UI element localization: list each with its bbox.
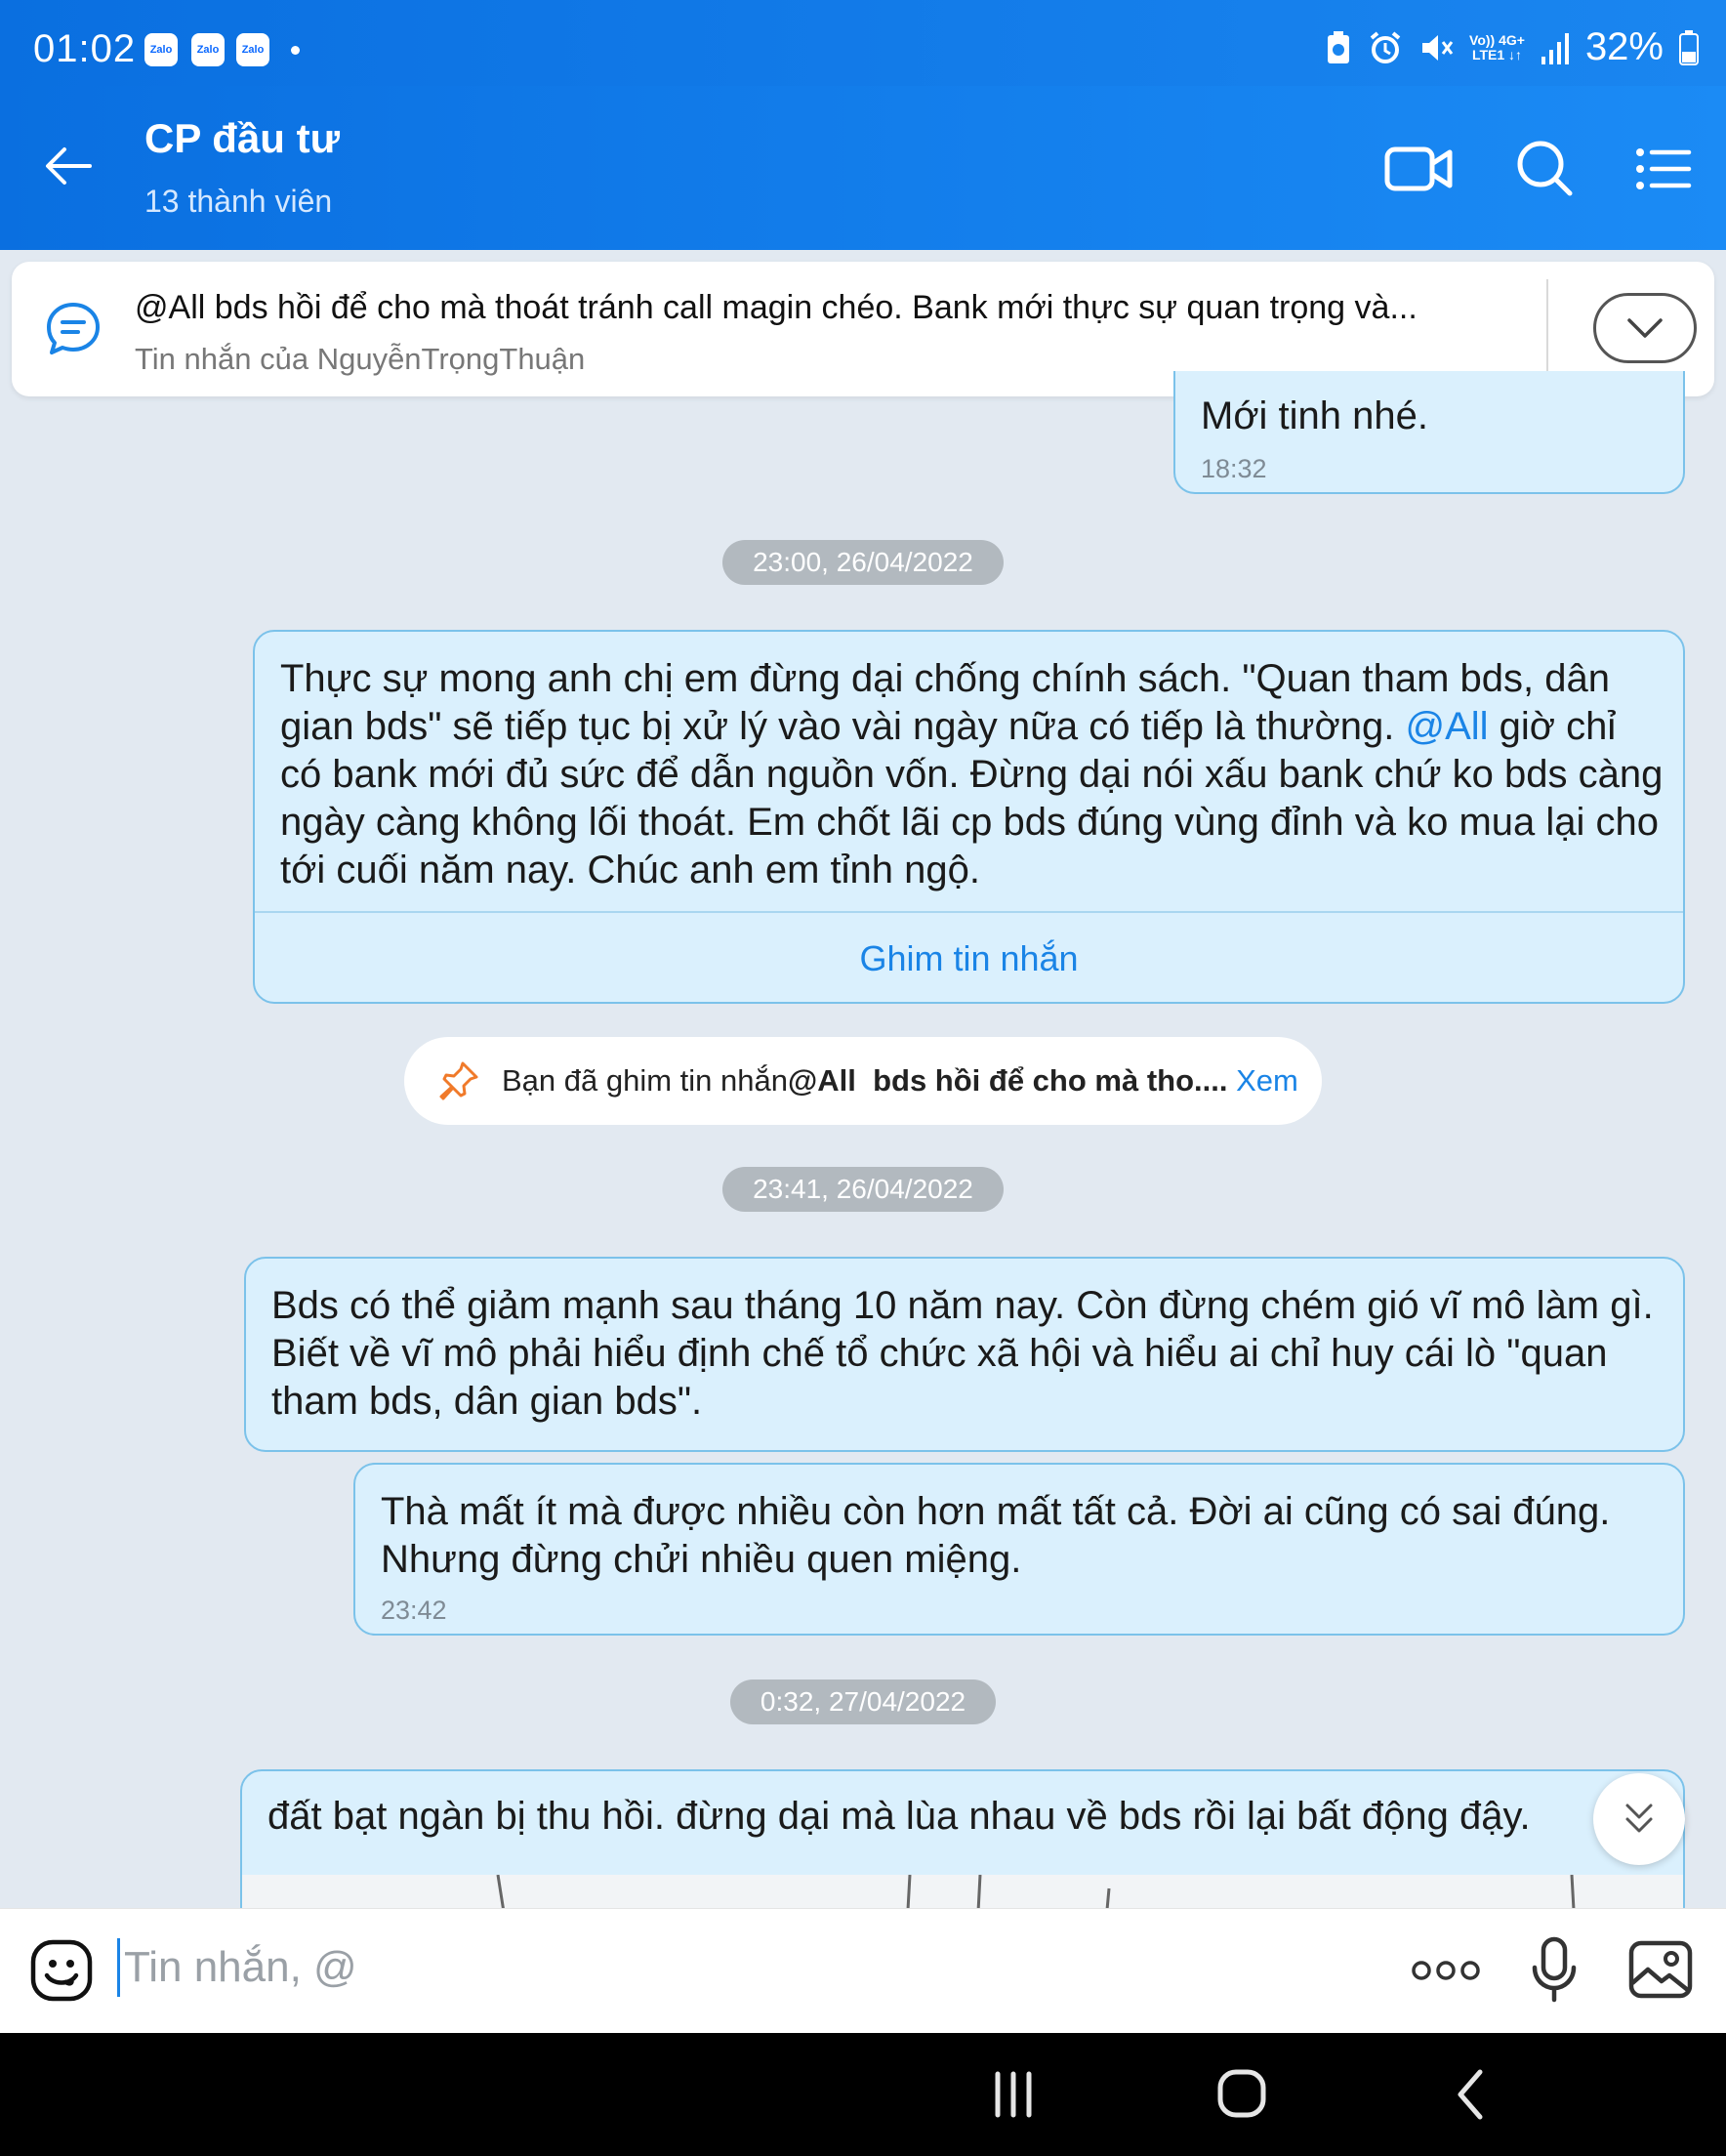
emoji-icon <box>30 1939 93 2002</box>
emoji-button[interactable] <box>29 1938 94 2003</box>
message-text: đất bạt ngàn bị thu hồi. đừng dại mà lùa… <box>267 1795 1531 1838</box>
recent-apps-icon <box>995 2071 1032 2118</box>
pin-notice-text: Bạn đã ghim tin nhắn <box>502 1063 788 1098</box>
system-nav-bar <box>0 2033 1726 2156</box>
data-saver-icon <box>1325 30 1352 65</box>
back-button[interactable] <box>39 137 98 195</box>
status-icons: Vo)) 4G+ LTE1 ↓↑ 32% <box>1325 25 1699 69</box>
chevron-down-icon <box>1627 318 1663 338</box>
menu-button[interactable] <box>1634 137 1705 201</box>
video-call-button[interactable] <box>1384 137 1455 201</box>
message-input[interactable]: Tin nhắn, @ <box>117 1938 357 1997</box>
pinned-message-text: @All bds hồi để cho mà thoát tránh call … <box>135 289 1418 326</box>
search-button[interactable] <box>1513 137 1583 201</box>
zalo-notification-icon: Zalo <box>144 33 178 66</box>
message-bubble[interactable]: Thực sự mong anh chị em đừng dại chống c… <box>253 630 1685 1004</box>
image-icon <box>1628 1940 1693 1999</box>
member-count[interactable]: 13 thành viên <box>144 184 332 220</box>
message-text: Thực sự mong anh chị em đừng dại chống c… <box>280 657 1664 891</box>
recent-apps-button[interactable] <box>990 2070 1037 2119</box>
message-bubble[interactable]: Bds có thể giảm mạnh sau tháng 10 năm na… <box>244 1257 1685 1452</box>
expand-pinned-button[interactable] <box>1593 293 1697 363</box>
home-icon <box>1217 2069 1266 2118</box>
status-bar: 01:02 Zalo Zalo Zalo Vo)) 4G+ LTE1 ↓↑ 32… <box>0 0 1726 100</box>
notification-dot <box>291 46 300 55</box>
pin-notice: Bạn đã ghim tin nhắn @All bds hồi để cho… <box>404 1037 1322 1125</box>
back-icon <box>1458 2069 1483 2120</box>
message-text: Thà mất ít mà được nhiều còn hơn mất tất… <box>381 1490 1611 1581</box>
scroll-to-bottom-button[interactable] <box>1593 1773 1685 1865</box>
signal-icon <box>1541 31 1570 64</box>
group-name[interactable]: CP đầu tư <box>144 115 340 162</box>
divider <box>1546 279 1548 377</box>
zalo-notification-icon: Zalo <box>191 33 225 66</box>
date-separator: 23:00, 26/04/2022 <box>722 540 1004 585</box>
message-bubble[interactable]: đất bạt ngàn bị thu hồi. đừng dại mà lùa… <box>240 1769 1685 1918</box>
voice-button[interactable] <box>1531 1936 1578 2003</box>
menu-list-icon <box>1636 148 1692 189</box>
nav-back-button[interactable] <box>1455 2068 1486 2121</box>
home-button[interactable] <box>1216 2066 1267 2121</box>
date-separator: 23:41, 26/04/2022 <box>722 1167 1004 1212</box>
battery-percent: 32% <box>1584 25 1664 68</box>
message-input-bar: Tin nhắn, @ <box>0 1908 1726 2033</box>
microphone-icon <box>1532 1936 1577 2003</box>
battery-icon <box>1679 29 1699 65</box>
mention-all[interactable]: @All <box>1406 705 1489 748</box>
double-chevron-down-icon <box>1625 1804 1653 1833</box>
pin-notice-message: @All bds hồi để cho mà tho.... <box>788 1063 1228 1098</box>
zalo-notification-icon: Zalo <box>236 33 269 66</box>
video-call-icon <box>1384 146 1453 191</box>
alarm-icon <box>1368 30 1403 65</box>
back-arrow-icon <box>46 147 92 185</box>
more-button[interactable] <box>1412 1956 1480 1985</box>
message-bubble[interactable]: Mới tinh nhé. 18:32 <box>1173 371 1685 494</box>
more-icon <box>1412 1961 1480 1980</box>
chat-bubble-icon <box>41 297 105 361</box>
message-text: Mới tinh nhé. <box>1201 394 1429 437</box>
image-button[interactable] <box>1628 1940 1693 1999</box>
pin-message-button[interactable]: Ghim tin nhắn <box>255 913 1683 1004</box>
message-text: Bds có thể giảm mạnh sau tháng 10 năm na… <box>271 1284 1654 1423</box>
mute-icon <box>1418 30 1454 65</box>
pin-icon <box>437 1059 480 1102</box>
search-icon <box>1517 141 1573 196</box>
view-pinned-link[interactable]: Xem <box>1227 1063 1298 1099</box>
date-separator: 0:32, 27/04/2022 <box>730 1679 996 1724</box>
message-time: 18:32 <box>1201 454 1267 483</box>
message-time: 23:42 <box>381 1596 447 1625</box>
message-bubble[interactable]: Thà mất ít mà được nhiều còn hơn mất tất… <box>353 1463 1685 1636</box>
chat-header: CP đầu tư 13 thành viên <box>0 86 1726 250</box>
pinned-message-author: Tin nhắn của NguyễnTrọngThuận <box>135 342 586 376</box>
status-time: 01:02 <box>33 27 137 70</box>
network-type-icon: Vo)) 4G+ LTE1 ↓↑ <box>1469 31 1525 62</box>
